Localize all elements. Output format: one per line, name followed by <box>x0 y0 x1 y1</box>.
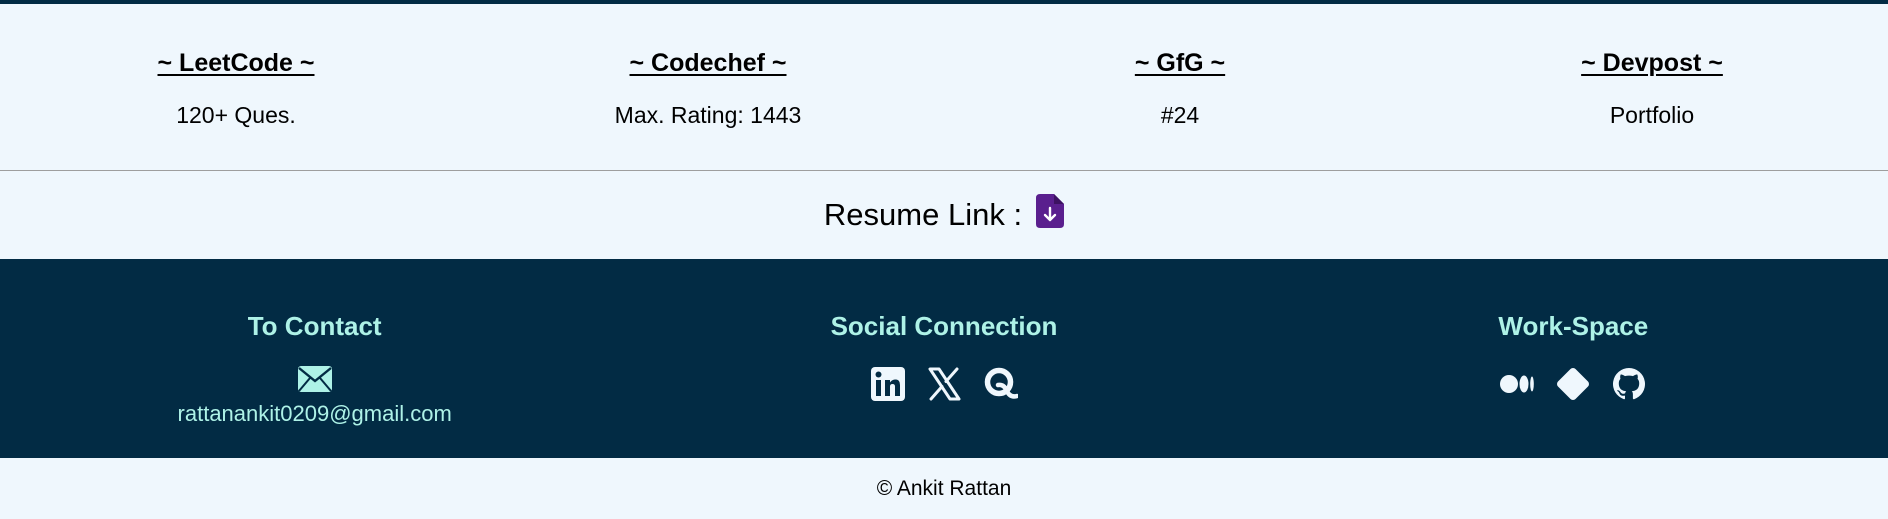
workspace-column: Work-Space <box>1259 259 1888 458</box>
resume-label: Resume Link : <box>823 197 1023 232</box>
gfg-link[interactable]: ~ GfG ~ <box>1135 49 1225 78</box>
profile-leetcode: ~ LeetCode ~ 120+ Ques. <box>0 4 472 170</box>
github-icon[interactable] <box>1611 366 1647 402</box>
contact-heading: To Contact <box>247 311 382 341</box>
leetcode-link[interactable]: ~ LeetCode ~ <box>158 49 315 78</box>
workspace-icons <box>1499 366 1647 402</box>
social-heading: Social Connection <box>830 311 1058 341</box>
footer: To Contact rattanankit0209@gmail.com Soc… <box>0 259 1888 458</box>
coding-profiles: ~ LeetCode ~ 120+ Ques. ~ Codechef ~ Max… <box>0 4 1888 171</box>
profile-devpost: ~ Devpost ~ Portfolio <box>1416 4 1888 170</box>
linkedin-icon[interactable] <box>870 366 906 402</box>
contact-column: To Contact rattanankit0209@gmail.com <box>0 259 629 458</box>
medium-icon[interactable] <box>1499 366 1535 402</box>
social-icons <box>870 366 1018 402</box>
workspace-heading: Work-Space <box>1498 311 1649 341</box>
envelope-icon[interactable] <box>297 366 332 392</box>
gfg-stat: #24 <box>1160 102 1200 128</box>
leetcode-stat: 120+ Ques. <box>176 102 296 128</box>
copyright: © Ankit Rattan <box>876 476 1012 500</box>
codechef-link[interactable]: ~ Codechef ~ <box>630 49 787 78</box>
quora-icon[interactable] <box>982 366 1018 402</box>
devpost-link[interactable]: ~ Devpost ~ <box>1581 49 1723 78</box>
resume-section: Resume Link : <box>0 171 1888 259</box>
git-icon[interactable] <box>1555 366 1591 402</box>
codechef-stat: Max. Rating: 1443 <box>614 102 802 128</box>
file-download-icon[interactable] <box>1036 194 1065 228</box>
social-column: Social Connection <box>629 259 1258 458</box>
profile-gfg: ~ GfG ~ #24 <box>944 4 1416 170</box>
profile-codechef: ~ Codechef ~ Max. Rating: 1443 <box>472 4 944 170</box>
x-twitter-icon[interactable] <box>926 366 962 402</box>
devpost-stat: Portfolio <box>1609 102 1695 128</box>
email-link[interactable]: rattanankit0209@gmail.com <box>178 401 452 427</box>
